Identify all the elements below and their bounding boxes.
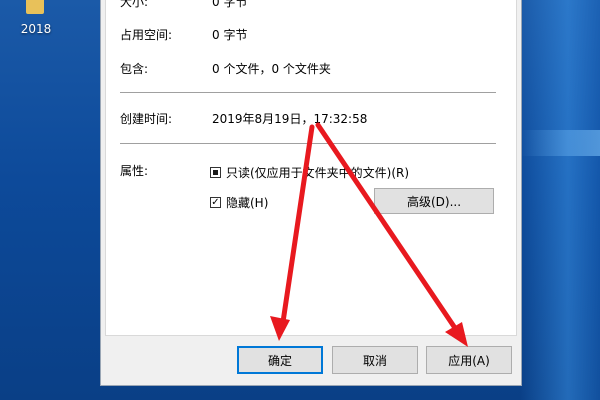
created-label: 创建时间: — [120, 112, 173, 126]
disk-size-label: 占用空间: — [120, 28, 173, 42]
checkmark-icon: ✓ — [211, 196, 220, 208]
attributes-label: 属性: — [120, 164, 149, 178]
disk-size-value: 0 字节 — [212, 28, 248, 42]
readonly-checkbox[interactable] — [210, 167, 221, 178]
size-value: 0 字节 — [212, 0, 248, 9]
ok-button[interactable]: 确定 — [237, 346, 323, 374]
hidden-checkbox[interactable]: ✓ — [210, 197, 221, 208]
readonly-label: 只读(仅应用于文件夹中的文件)(R) — [226, 166, 410, 180]
readonly-checkbox-row[interactable]: 只读(仅应用于文件夹中的文件)(R) — [210, 164, 409, 181]
separator — [120, 143, 496, 144]
desktop-folder-label: 2018 — [20, 22, 52, 36]
created-value: 2019年8月19日，17:32:58 — [212, 112, 368, 126]
hidden-checkbox-row[interactable]: ✓ 隐藏(H) — [210, 194, 268, 211]
cancel-button[interactable]: 取消 — [332, 346, 418, 374]
advanced-button[interactable]: 高级(D)... — [374, 188, 494, 214]
contains-label: 包含: — [120, 62, 149, 76]
desktop-folder-2018[interactable]: 2018 — [0, 0, 70, 50]
folder-icon — [26, 0, 44, 14]
size-label: 大小: — [120, 0, 149, 9]
contains-value: 0 个文件，0 个文件夹 — [212, 62, 331, 76]
general-tab-panel: 大小: 0 字节 占用空间: 0 字节 包含: 0 个文件，0 个文件夹 创建时… — [105, 0, 517, 336]
wallpaper-beam — [520, 130, 600, 156]
hidden-label: 隐藏(H) — [226, 196, 269, 210]
apply-button[interactable]: 应用(A) — [426, 346, 512, 374]
wallpaper-glow — [520, 0, 600, 400]
separator — [120, 92, 496, 93]
properties-dialog: 大小: 0 字节 占用空间: 0 字节 包含: 0 个文件，0 个文件夹 创建时… — [100, 0, 522, 386]
